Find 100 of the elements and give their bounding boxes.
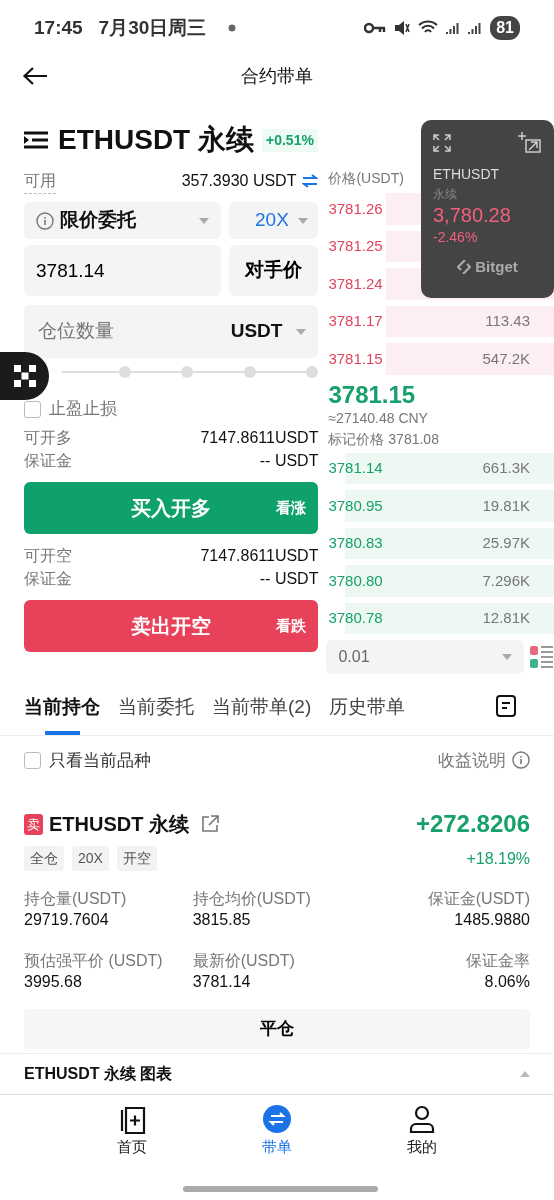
leverage-select[interactable]: 20X [229,202,319,239]
tab[interactable]: 当前持仓 [24,692,100,736]
field-label: 最新价(USDT) [192,951,296,971]
side-badge: 卖 [24,813,43,836]
price-column-header: 价格(USDT) [328,170,404,186]
field-value: 8.06% [483,971,530,992]
tpsl-label: 止盈止损 [49,398,117,421]
swap-icon [262,1103,292,1134]
nav-tab[interactable]: 首页 [67,1102,198,1157]
position-tag: 20X [72,846,109,872]
info-label: 可开空 [24,546,72,566]
nav-tab[interactable]: 我的 [356,1102,487,1157]
back-icon[interactable] [22,66,48,86]
caret-icon [296,328,307,335]
signal-icon [468,21,483,35]
price-cell-text: 3781.17 [328,311,383,331]
quantity-cell-text: 19.81K [482,495,530,516]
field-label: 保证金(USDT) [426,889,530,910]
info-value: 7147.8611USDT [200,428,319,448]
tab[interactable]: 当前带单(2) [212,692,312,736]
quantity-cell-text: 7.296K [482,570,530,591]
checkbox[interactable] [24,400,41,418]
expand-icon[interactable] [433,134,451,152]
brand-logo-icon [457,260,472,275]
precision-select[interactable]: 0.01 [326,640,524,675]
available-value: 357.3930 USDT [181,171,297,191]
swap-icon[interactable] [302,174,319,188]
info-label: 可开多 [24,428,72,448]
field-value: 1485.9880 [453,910,530,931]
field-value: 29719.7604 [24,910,110,931]
caret-icon [199,217,209,224]
field-label: 预估强平价 (USDT) [24,951,164,971]
price-input[interactable]: 3781.14 [24,245,221,296]
quantity-cell-text: 12.81K [482,608,530,629]
pnl-percent: +18.19% [466,848,530,869]
menu-icon[interactable] [24,131,48,149]
price-cell-text: 3780.80 [328,570,383,591]
signal-icon [446,21,461,35]
battery-indicator: 81 [490,16,520,40]
close-position-button[interactable]: 平仓 [24,1008,530,1049]
field-label: 持仓均价(USDT) [192,889,312,910]
position-symbol: ETHUSDT 永续 [49,812,189,838]
floating-button[interactable] [0,352,49,400]
caret-up-icon [520,1070,530,1077]
info-value: 7147.8611USDT [200,546,319,566]
quantity-field[interactable]: 仓位数量 USDT [24,305,319,358]
notification-dot-icon [228,24,237,32]
checker-logo-icon [13,365,36,387]
tab[interactable]: 历史带单 [329,692,406,736]
unit-label: USDT [230,319,283,344]
nav-tab[interactable]: 带单 [212,1102,342,1157]
instrument-title: ETHUSDT 永续 [58,123,254,157]
leverage-label: 20X [255,208,289,233]
field-label: 保证金率 [464,951,530,971]
quantity-cell-text: 547.2K [482,348,530,369]
ticker-price: 3,780.28 [433,203,512,227]
caret-icon [298,217,309,224]
info-label: 保证金 [24,569,72,589]
page-title: 合约带单 [241,64,313,88]
position-tag: 全仓 [24,846,64,872]
info-value: -- USDT [259,569,319,589]
filter-label: 只看当前品种 [49,749,151,772]
sell-short-button[interactable]: 卖出开空 看跌 [24,600,319,652]
price-cell-text: 3781.25 [328,236,383,256]
quantity-cell-text: 25.97K [482,533,530,554]
order-type-label: 限价委托 [60,208,136,233]
document-icon[interactable] [496,695,516,718]
quantity-input[interactable]: 仓位数量 [36,316,186,347]
order-type-select[interactable]: 限价委托 [24,202,221,239]
checkbox[interactable] [24,751,41,769]
status-date: 7月30日周三 [98,15,207,40]
ticker-symbol: ETHUSDT [433,165,501,184]
price-cell-text: 3780.78 [328,608,383,629]
available-label: 可用 [24,168,56,194]
mute-icon [394,20,411,36]
key-icon [364,22,387,34]
field-value: 3781.14 [192,971,252,992]
external-link-icon[interactable] [201,815,219,834]
info-icon[interactable] [512,751,530,770]
info-label: 保证金 [24,451,72,471]
price-cell-text: 3781.24 [328,273,383,294]
tpsl-checkbox[interactable]: 止盈止损 [24,398,319,420]
quantity-cell-text: 661.3K [482,458,530,479]
mark-price: 标记价格 3781.08 [327,429,440,449]
filter-checkbox[interactable]: 只看当前品种 [24,747,151,774]
info-value: -- USDT [259,451,319,471]
book-layout-icon[interactable] [530,644,554,671]
chart-toggle-bar[interactable]: ETHUSDT 永续 图表 [0,1052,554,1095]
ticker-type: 永续 [433,186,458,203]
pop-out-icon[interactable] [518,132,542,154]
info-icon [36,211,54,230]
field-value: 3815.85 [192,910,252,931]
pnl-info-link[interactable]: 收益说明 [438,747,506,774]
counter-price-button[interactable]: 对手价 [229,245,319,296]
tab[interactable]: 当前委托 [118,692,194,736]
quantity-cell-text: 113.43 [485,311,530,331]
price-cell-text: 3780.95 [328,495,383,516]
last-price: 3781.15 [327,381,417,408]
cny-value: ≈27140.48 CNY [327,408,429,428]
ticker-change: -2.46% [433,228,479,247]
